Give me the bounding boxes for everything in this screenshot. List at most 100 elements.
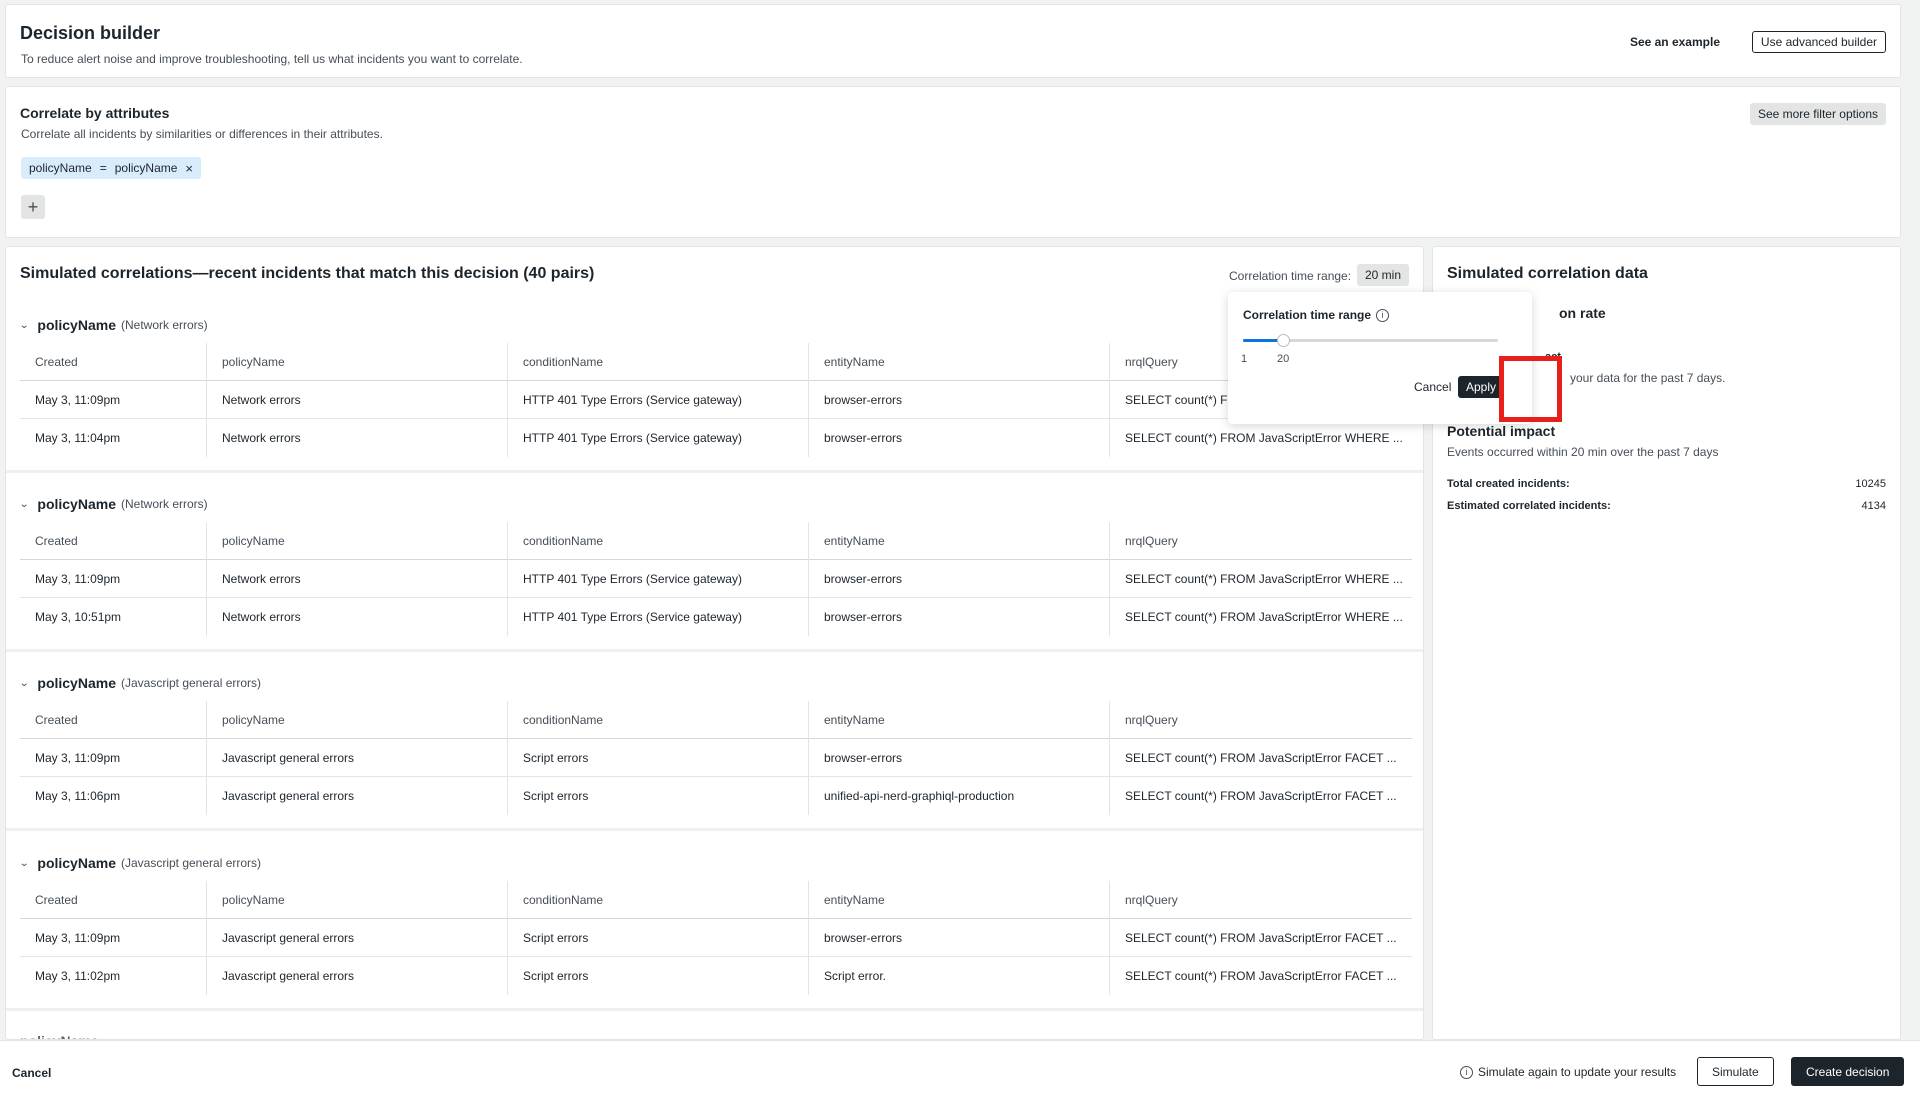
- column-header[interactable]: Created: [20, 343, 206, 381]
- page-title: Decision builder: [20, 23, 161, 43]
- chevron-down-icon[interactable]: ⌄: [19, 499, 29, 510]
- see-example-link[interactable]: See an example: [1630, 35, 1720, 49]
- table-cell: browser-errors: [808, 419, 1109, 457]
- simulate-button[interactable]: Simulate: [1697, 1057, 1774, 1086]
- attribute-filter-chip[interactable]: policyName = policyName ×: [21, 157, 202, 179]
- column-header[interactable]: entityName: [808, 881, 1109, 919]
- add-attribute-button[interactable]: +: [21, 195, 45, 219]
- table-cell: HTTP 401 Type Errors (Service gateway): [507, 598, 808, 636]
- popover-apply-button[interactable]: Apply: [1458, 376, 1505, 398]
- column-header[interactable]: entityName: [808, 701, 1109, 739]
- table-cell: SELECT count(*) FROM JavaScriptError FAC…: [1109, 777, 1412, 815]
- table-cell: Script errors: [507, 957, 808, 995]
- group-key: policyName: [37, 496, 116, 512]
- column-header[interactable]: nrqlQuery: [1109, 522, 1412, 560]
- group-header[interactable]: ⌄ policyName (Network errors): [19, 315, 207, 335]
- column-header[interactable]: nrqlQuery: [1109, 881, 1412, 919]
- table-cell: SELECT count(*) FROM JavaScriptError FAC…: [1109, 919, 1412, 957]
- correlate-attributes-card: Correlate by attributes Correlate all in…: [5, 86, 1901, 238]
- table-cell: May 3, 11:04pm: [35, 431, 121, 445]
- total-incidents-value: 10245: [1855, 478, 1886, 490]
- table-cell: Script error.: [808, 957, 1109, 995]
- page-description: To reduce alert noise and improve troubl…: [21, 52, 523, 66]
- info-icon: i: [1460, 1065, 1473, 1079]
- column-header[interactable]: Created: [20, 522, 206, 560]
- table-row[interactable]: May 3, 11:09pm Javascript general errors S…: [20, 739, 1412, 777]
- simulated-correlations-card: Simulated correlations—recent incidents …: [5, 246, 1424, 1040]
- column-header[interactable]: nrqlQuery: [1109, 701, 1412, 739]
- correlation-range-label: Correlation time range:: [1229, 269, 1352, 283]
- table-header-row: Created policyName conditionName entityName…: [20, 343, 1412, 381]
- table-cell: Script errors: [507, 739, 808, 777]
- chevron-down-icon[interactable]: ⌄: [19, 320, 29, 331]
- chevron-down-icon[interactable]: ⌄: [19, 858, 29, 869]
- simulated-correlations-title: Simulated correlations—recent incidents …: [20, 265, 595, 282]
- column-header[interactable]: policyName: [206, 343, 507, 381]
- attributes-title: Correlate by attributes: [20, 105, 170, 121]
- column-header[interactable]: conditionName: [507, 701, 808, 739]
- table-row[interactable]: May 3, 10:51pm Network errors HTTP 401 Typ…: [20, 598, 1412, 636]
- column-header[interactable]: conditionName: [507, 522, 808, 560]
- table-cell: SELECT count(*) FROM JavaScriptError FAC…: [1109, 739, 1412, 777]
- create-decision-button[interactable]: Create decision: [1791, 1057, 1905, 1086]
- table-row[interactable]: May 3, 11:06pm Javascript general errors S…: [20, 777, 1412, 815]
- group-value: (Javascript general errors): [120, 676, 262, 690]
- popover-title: Correlation time range: [1243, 308, 1372, 322]
- table-cell: Script errors: [507, 777, 808, 815]
- table-cell: SELECT count(*) FROM JavaScriptError FAC…: [1109, 957, 1412, 995]
- potential-impact-title: Potential impact: [1447, 423, 1556, 439]
- table-cell: browser-errors: [808, 598, 1109, 636]
- table-row[interactable]: May 3, 11:09pm Network errors HTTP 401 Typ…: [20, 560, 1412, 598]
- incidents-table: Created policyName conditionName entityName…: [20, 881, 1412, 995]
- group-divider: [6, 470, 1423, 473]
- footer-cancel-button[interactable]: Cancel: [12, 1066, 51, 1080]
- column-header[interactable]: Created: [20, 881, 206, 919]
- table-cell: browser-errors: [808, 919, 1109, 957]
- group-header[interactable]: ⌄ policyName (Network errors): [19, 494, 207, 514]
- table-cell: Javascript general errors: [206, 777, 507, 815]
- estimated-incidents-value: 4134: [1861, 500, 1886, 512]
- group-key: policyName: [37, 855, 116, 871]
- table-cell: HTTP 401 Type Errors (Service gateway): [507, 419, 808, 457]
- table-cell: Network errors: [206, 381, 507, 419]
- popover-cancel-button[interactable]: Cancel: [1414, 380, 1451, 394]
- slider-min-label: 1: [1241, 353, 1248, 365]
- table-cell: Network errors: [206, 560, 507, 598]
- table-cell: Javascript general errors: [206, 919, 507, 957]
- info-icon[interactable]: i: [1376, 308, 1390, 322]
- remove-chip-icon[interactable]: ×: [185, 161, 193, 176]
- table-row[interactable]: May 3, 11:09pm Javascript general errors S…: [20, 919, 1412, 957]
- chip-left-attribute: policyName: [29, 161, 92, 175]
- group-key: policyName: [37, 675, 116, 691]
- footer-bar: Cancel i Simulate again to update your r…: [0, 1040, 1920, 1101]
- table-cell: May 3, 11:09pm: [35, 751, 121, 765]
- table-cell: HTTP 401 Type Errors (Service gateway): [507, 381, 808, 419]
- table-cell: Script errors: [507, 919, 808, 957]
- advanced-builder-button[interactable]: Use advanced builder: [1751, 31, 1886, 53]
- column-header[interactable]: policyName: [206, 522, 507, 560]
- column-header[interactable]: conditionName: [507, 881, 808, 919]
- table-cell: Network errors: [206, 419, 507, 457]
- table-cell: SELECT count(*) FROM JavaScriptError WHE…: [1109, 560, 1412, 598]
- table-cell: May 3, 11:02pm: [35, 969, 121, 983]
- table-row[interactable]: May 3, 11:04pm Network errors HTTP 401 Typ…: [20, 419, 1412, 457]
- table-row[interactable]: May 3, 11:09pm Network errors HTTP 401 Typ…: [20, 381, 1412, 419]
- column-header[interactable]: Created: [20, 701, 206, 739]
- chevron-down-icon[interactable]: ⌄: [19, 678, 29, 689]
- total-incidents-row: Total created incidents: 10245: [1447, 478, 1886, 494]
- more-filter-options-button[interactable]: See more filter options: [1749, 103, 1886, 125]
- correlation-range-button[interactable]: 20 min: [1357, 264, 1410, 286]
- column-header[interactable]: policyName: [206, 701, 507, 739]
- table-row[interactable]: May 3, 11:02pm Javascript general errors S…: [20, 957, 1412, 995]
- group-header[interactable]: ⌄ policyName (Javascript general errors): [19, 673, 262, 693]
- table-cell: May 3, 10:51pm: [35, 610, 122, 624]
- incidents-table: Created policyName conditionName entityName…: [20, 701, 1412, 815]
- table-header-row: Created policyName conditionName entityName…: [20, 522, 1412, 560]
- time-range-slider-thumb[interactable]: [1277, 334, 1290, 347]
- column-header[interactable]: policyName: [206, 881, 507, 919]
- group-header[interactable]: ⌄ policyName (Javascript general errors): [19, 853, 261, 873]
- column-header[interactable]: conditionName: [507, 343, 808, 381]
- column-header[interactable]: entityName: [808, 522, 1109, 560]
- column-header[interactable]: entityName: [808, 343, 1109, 381]
- table-cell: Javascript general errors: [206, 739, 507, 777]
